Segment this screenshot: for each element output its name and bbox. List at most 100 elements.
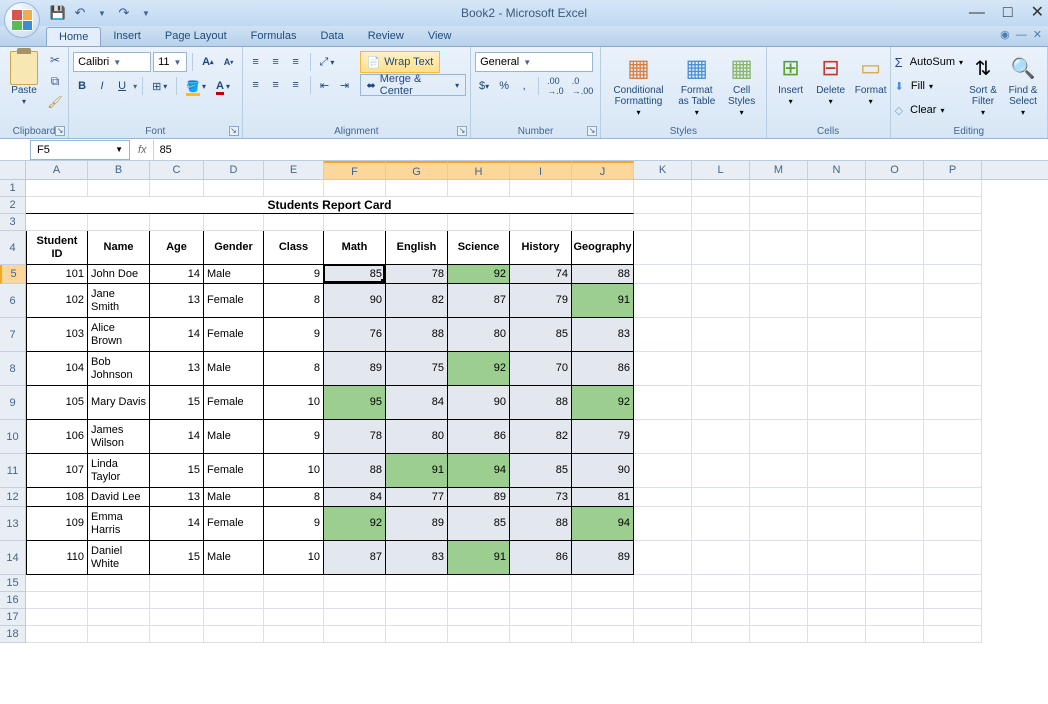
cell-I1[interactable] [510, 180, 572, 197]
col-header-H[interactable]: H [448, 161, 510, 179]
cell-P13[interactable] [924, 507, 982, 541]
cell-A16[interactable] [26, 592, 88, 609]
row-header-7[interactable]: 7 [0, 318, 25, 352]
cell-D5[interactable]: Male [204, 265, 264, 284]
row-header-16[interactable]: 16 [0, 592, 25, 609]
cell-A11[interactable]: 107 [26, 454, 88, 488]
cell-M12[interactable] [750, 488, 808, 507]
cell-F17[interactable] [324, 609, 386, 626]
cell-J17[interactable] [572, 609, 634, 626]
sort-filter-button[interactable]: ⇅Sort & Filter▾ [963, 50, 1003, 122]
cell-O6[interactable] [866, 284, 924, 318]
cell-C11[interactable]: 15 [150, 454, 204, 488]
cell-J9[interactable]: 92 [572, 386, 634, 420]
bold-button[interactable]: B [73, 76, 91, 96]
cell-N11[interactable] [808, 454, 866, 488]
cell-E4[interactable]: Class [264, 231, 324, 265]
accounting-icon[interactable]: $▾ [475, 76, 493, 96]
number-launcher-icon[interactable]: ↘ [587, 126, 597, 136]
cell-P10[interactable] [924, 420, 982, 454]
increase-indent-icon[interactable]: ⇥ [336, 75, 354, 95]
cell-L17[interactable] [692, 609, 750, 626]
cell-K6[interactable] [634, 284, 692, 318]
cell-I12[interactable]: 73 [510, 488, 572, 507]
row-header-12[interactable]: 12 [0, 488, 25, 507]
cell-L3[interactable] [692, 214, 750, 231]
cell-O12[interactable] [866, 488, 924, 507]
cell-C18[interactable] [150, 626, 204, 643]
cell-N13[interactable] [808, 507, 866, 541]
increase-decimal-icon[interactable]: .00→.0 [544, 76, 567, 96]
cell-I3[interactable] [510, 214, 572, 231]
cell-O16[interactable] [866, 592, 924, 609]
col-header-B[interactable]: B [88, 161, 150, 179]
col-header-D[interactable]: D [204, 161, 264, 179]
align-top-icon[interactable]: ≡ [247, 52, 265, 72]
cell-O4[interactable] [866, 231, 924, 265]
cell-D12[interactable]: Male [204, 488, 264, 507]
qat-customize-icon[interactable]: ▼ [138, 5, 154, 21]
cell-F9[interactable]: 95 [324, 386, 386, 420]
cell-H11[interactable]: 94 [448, 454, 510, 488]
cell[interactable] [692, 197, 750, 214]
cell-E1[interactable] [264, 180, 324, 197]
cell-C14[interactable]: 15 [150, 541, 204, 575]
cell-A15[interactable] [26, 575, 88, 592]
cell-H4[interactable]: Science [448, 231, 510, 265]
cell-A8[interactable]: 104 [26, 352, 88, 386]
cell-E15[interactable] [264, 575, 324, 592]
cell-L8[interactable] [692, 352, 750, 386]
cell-L4[interactable] [692, 231, 750, 265]
cell-merged-title[interactable]: Students Report Card [26, 197, 634, 214]
cell-D9[interactable]: Female [204, 386, 264, 420]
cell-E7[interactable]: 9 [264, 318, 324, 352]
col-header-G[interactable]: G [386, 161, 448, 179]
office-button[interactable] [4, 2, 40, 38]
cell-J3[interactable] [572, 214, 634, 231]
font-color-icon[interactable]: A▾ [212, 76, 234, 96]
cut-icon[interactable]: ✂ [46, 50, 64, 70]
cell-L13[interactable] [692, 507, 750, 541]
align-right-icon[interactable]: ≡ [287, 75, 305, 95]
orientation-icon[interactable]: ⤢▾ [316, 52, 339, 72]
cell-L11[interactable] [692, 454, 750, 488]
cell-K9[interactable] [634, 386, 692, 420]
cell-G18[interactable] [386, 626, 448, 643]
cell-J16[interactable] [572, 592, 634, 609]
cell-C17[interactable] [150, 609, 204, 626]
cell-A13[interactable]: 109 [26, 507, 88, 541]
row-header-5[interactable]: 5 [0, 265, 25, 284]
shrink-font-icon[interactable]: A▾ [220, 52, 238, 72]
cell-G4[interactable]: English [386, 231, 448, 265]
cell-D1[interactable] [204, 180, 264, 197]
alignment-launcher-icon[interactable]: ↘ [457, 126, 467, 136]
cell-K10[interactable] [634, 420, 692, 454]
cell-L15[interactable] [692, 575, 750, 592]
cell-O15[interactable] [866, 575, 924, 592]
cell-G7[interactable]: 88 [386, 318, 448, 352]
row-header-8[interactable]: 8 [0, 352, 25, 386]
cell-P3[interactable] [924, 214, 982, 231]
cell-B1[interactable] [88, 180, 150, 197]
cell-M14[interactable] [750, 541, 808, 575]
row-header-14[interactable]: 14 [0, 541, 25, 575]
save-icon[interactable]: 💾 [50, 5, 66, 21]
formula-input[interactable] [153, 140, 1048, 160]
cell-K5[interactable] [634, 265, 692, 284]
cell-A18[interactable] [26, 626, 88, 643]
cell-E5[interactable]: 9 [264, 265, 324, 284]
cell-N4[interactable] [808, 231, 866, 265]
cell-I5[interactable]: 74 [510, 265, 572, 284]
cell-J7[interactable]: 83 [572, 318, 634, 352]
cell-I11[interactable]: 85 [510, 454, 572, 488]
tab-data[interactable]: Data [308, 27, 355, 46]
cell-J14[interactable]: 89 [572, 541, 634, 575]
cell-G6[interactable]: 82 [386, 284, 448, 318]
cell-K16[interactable] [634, 592, 692, 609]
cell-C1[interactable] [150, 180, 204, 197]
col-header-L[interactable]: L [692, 161, 750, 179]
cell-C9[interactable]: 15 [150, 386, 204, 420]
cell-H17[interactable] [448, 609, 510, 626]
cell-N12[interactable] [808, 488, 866, 507]
col-header-M[interactable]: M [750, 161, 808, 179]
